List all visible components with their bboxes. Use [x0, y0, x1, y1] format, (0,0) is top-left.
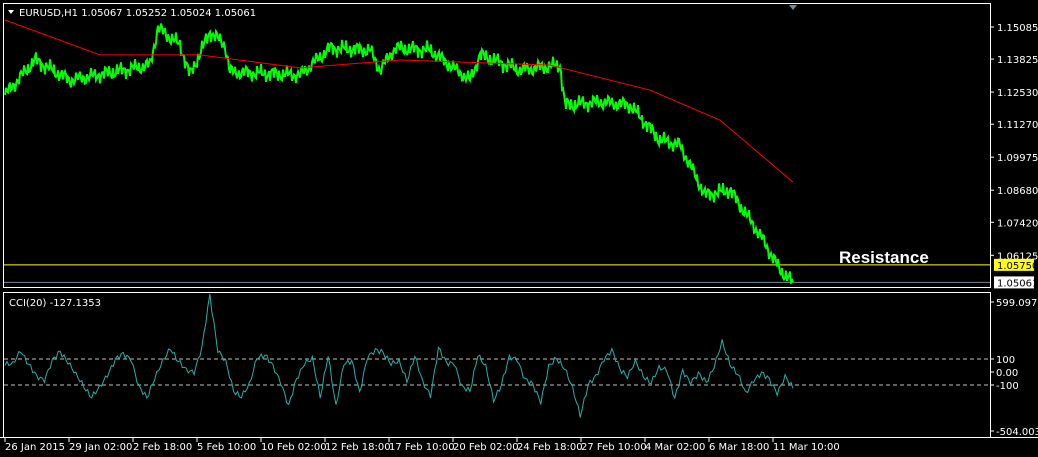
price-tick-label: 1.07420 [997, 218, 1038, 229]
cci-tick-label: 0.00 [996, 368, 1018, 379]
resistance-label: Resistance [839, 248, 929, 267]
time-tick-label: 17 Feb 10:00 [389, 442, 455, 453]
time-tick-label: 6 Mar 18:00 [709, 442, 769, 453]
time-tick-label: 11 Mar 10:00 [773, 442, 840, 453]
trading-chart: 1.15085 1.13825 1.12530 1.11270 1.09975 1.086… [0, 0, 1038, 457]
price-tick-label: 1.11270 [997, 120, 1038, 131]
cci-tick-label: 100 [996, 355, 1015, 366]
current-price-price-label: 1.05061 [997, 278, 1038, 289]
time-tick-label: 29 Jan 02:00 [69, 442, 132, 453]
time-tick-label: 20 Feb 02:00 [453, 442, 519, 453]
time-tick-label: 5 Feb 10:00 [197, 442, 256, 453]
time-tick-label: 27 Feb 10:00 [581, 442, 647, 453]
time-tick-label: 10 Feb 02:00 [261, 442, 327, 453]
cci-tick-label: -100 [996, 381, 1019, 392]
cci-tick-label: -504.003 [996, 427, 1038, 438]
resistance-price-label: 1.05750 [997, 261, 1038, 272]
price-tick-label: 1.15085 [997, 23, 1038, 34]
price-tick-label: 1.13825 [997, 55, 1038, 66]
cci-tick-label: 599.097 [996, 298, 1037, 309]
price-tick-label: 1.12530 [997, 88, 1038, 99]
chart-title: EURUSD,H1 1.05067 1.05252 1.05024 1.0506… [19, 8, 256, 19]
time-tick-label: 12 Feb 18:00 [325, 442, 391, 453]
cci-title: CCI(20) -127.1353 [9, 298, 101, 309]
price-tick-label: 1.08680 [997, 186, 1038, 197]
price-tick-label: 1.09975 [997, 153, 1038, 164]
time-tick-label: 26 Jan 2015 [5, 442, 65, 453]
time-tick-label: 2 Feb 18:00 [133, 442, 192, 453]
time-tick-label: 4 Mar 02:00 [645, 442, 705, 453]
time-tick-label: 24 Feb 18:00 [517, 442, 583, 453]
